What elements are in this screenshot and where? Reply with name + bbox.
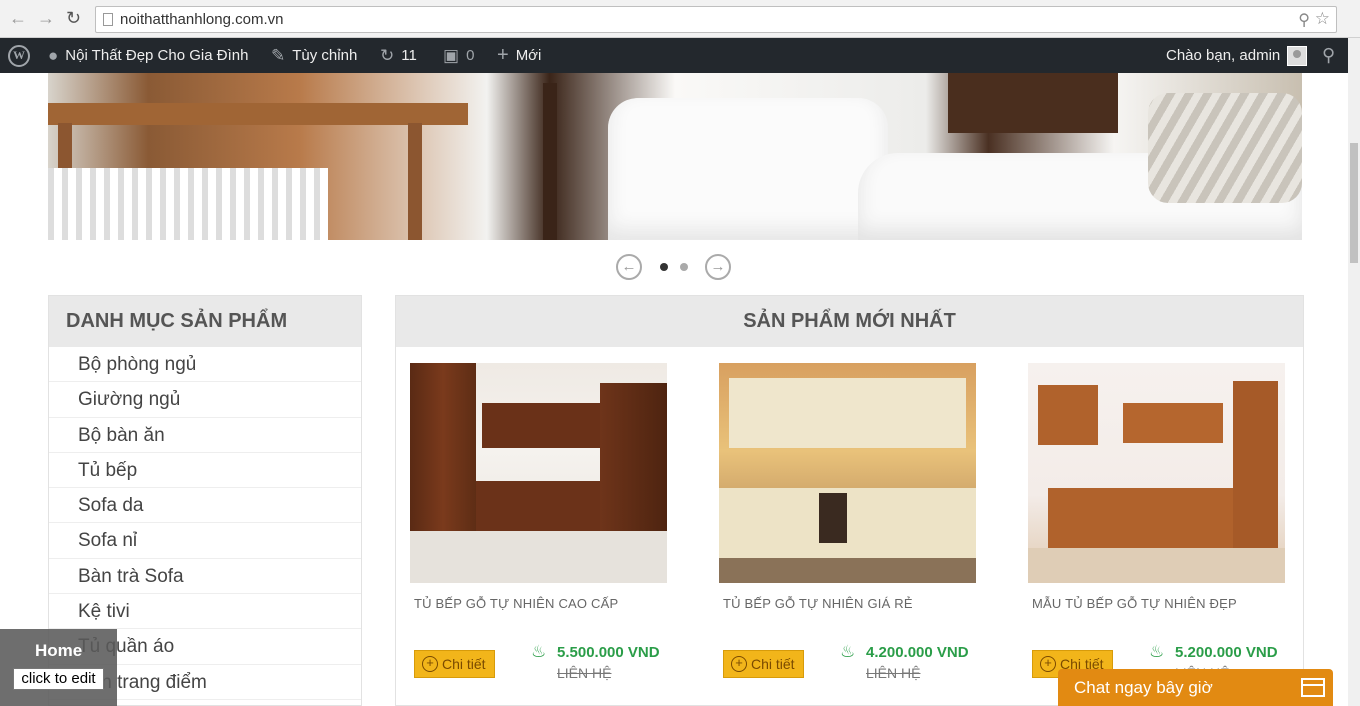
- product-name[interactable]: TỦ BẾP GỖ TỰ NHIÊN CAO CẤP: [410, 596, 667, 611]
- search-icon: ⚲: [1322, 45, 1336, 65]
- brush-icon: ✎: [271, 46, 286, 65]
- customize-label: Tùy chỉnh: [292, 47, 358, 64]
- wordpress-logo-icon: W: [8, 44, 30, 67]
- category-item[interactable]: Bàn trà Sofa: [49, 559, 361, 595]
- wp-admin-bar: W ● Nội Thất Đẹp Cho Gia Đình ✎ Tùy chỉn…: [0, 38, 1348, 73]
- editor-overlay: Home click to edit: [0, 629, 117, 706]
- reload-icon[interactable]: ↻: [66, 8, 81, 28]
- plus-circle-icon: +: [731, 656, 747, 672]
- zoom-icon[interactable]: ⚲: [1298, 10, 1310, 30]
- product-card: MẪU TỦ BẾP GỖ TỰ NHIÊN ĐẸP + Chi tiết ♨ …: [1028, 363, 1285, 681]
- product-card: TỦ BẾP GỖ TỰ NHIÊN GIÁ RẺ + Chi tiết ♨ 4…: [719, 363, 976, 681]
- updates-icon: ↻: [380, 46, 395, 65]
- wp-logo-menu[interactable]: W: [8, 38, 30, 73]
- category-item[interactable]: Bộ bàn ăn: [49, 418, 361, 453]
- avatar: [1287, 45, 1308, 66]
- slider-prev-arrow-icon[interactable]: ←: [616, 254, 642, 280]
- plus-circle-icon: +: [1040, 656, 1056, 672]
- banner-slide-image: [48, 73, 1302, 240]
- product-price: 5.200.000 VND: [1175, 644, 1278, 661]
- product-image[interactable]: [410, 363, 667, 583]
- page-scrollbar[interactable]: [1348, 38, 1360, 706]
- product-name[interactable]: TỦ BẾP GỖ TỰ NHIÊN GIÁ RẺ: [719, 596, 976, 611]
- sidebar-title: DANH MỤC SẢN PHẨM: [49, 296, 361, 347]
- editor-home-label[interactable]: Home: [35, 641, 82, 661]
- category-item[interactable]: Sofa da: [49, 488, 361, 524]
- category-item[interactable]: Bộ phòng ngủ: [49, 347, 361, 383]
- category-item[interactable]: Sofa nỉ: [49, 523, 361, 559]
- dashboard-icon: ●: [48, 46, 59, 65]
- new-content-menu[interactable]: + Mới: [497, 38, 541, 73]
- comment-icon: ▣: [443, 46, 460, 65]
- latest-products-section: SẢN PHẨM MỚI NHẤT TỦ BẾP GỖ TỰ NHIÊN CAO…: [395, 295, 1304, 706]
- chat-widget-button[interactable]: Chat ngay bây giờ: [1058, 669, 1333, 706]
- comments-link[interactable]: ▣ 0: [443, 38, 474, 73]
- product-price: 5.500.000 VND: [557, 644, 660, 661]
- browser-toolbar: ← → ↻ noithatthanhlong.com.vn ⚲ ☆: [0, 0, 1360, 38]
- site-name: Nội Thất Đẹp Cho Gia Đình: [65, 47, 249, 64]
- slider-dot-active[interactable]: [660, 263, 668, 271]
- scrollbar-thumb[interactable]: [1350, 143, 1358, 263]
- forward-arrow-icon[interactable]: →: [37, 8, 55, 28]
- product-image[interactable]: [1028, 363, 1285, 583]
- category-item[interactable]: Giường ngủ: [49, 382, 361, 418]
- detail-button[interactable]: + Chi tiết: [414, 650, 495, 678]
- comments-count: 0: [466, 47, 475, 64]
- page-icon: [103, 13, 113, 26]
- category-item[interactable]: Tủ bếp: [49, 453, 361, 489]
- admin-search[interactable]: ⚲: [1322, 38, 1335, 73]
- slider-next-arrow-icon[interactable]: →: [705, 254, 731, 280]
- detail-button[interactable]: + Chi tiết: [723, 650, 804, 678]
- my-account-menu[interactable]: Chào bạn, admin: [1166, 38, 1308, 73]
- updates-count: 11: [401, 47, 417, 64]
- price-tag-icon: ♨: [840, 642, 856, 661]
- bookmark-star-icon[interactable]: ☆: [1315, 9, 1330, 29]
- greeting-text: Chào bạn, admin: [1166, 47, 1281, 64]
- product-name[interactable]: MẪU TỦ BẾP GỖ TỰ NHIÊN ĐẸP: [1028, 596, 1285, 611]
- products-title: SẢN PHẨM MỚI NHẤT: [396, 296, 1303, 347]
- product-card: TỦ BẾP GỖ TỰ NHIÊN CAO CẤP + Chi tiết ♨ …: [410, 363, 667, 681]
- detail-label: Chi tiết: [751, 656, 795, 672]
- click-to-edit-button[interactable]: click to edit: [13, 668, 104, 690]
- price-tag-icon: ♨: [531, 642, 547, 661]
- price-tag-icon: ♨: [1149, 642, 1165, 661]
- product-image[interactable]: [719, 363, 976, 583]
- back-arrow-icon[interactable]: ←: [9, 8, 27, 28]
- updates-link[interactable]: ↻ 11: [380, 38, 417, 73]
- product-old-price: LIÊN HỆ: [866, 665, 921, 681]
- detail-label: Chi tiết: [442, 656, 486, 672]
- site-name-menu[interactable]: ● Nội Thất Đẹp Cho Gia Đình: [48, 38, 248, 73]
- product-old-price: LIÊN HỆ: [557, 665, 612, 681]
- new-label: Mới: [515, 47, 542, 64]
- slider-dot[interactable]: [680, 263, 688, 271]
- plus-icon: +: [497, 44, 509, 66]
- address-bar[interactable]: noithatthanhlong.com.vn ⚲ ☆: [95, 6, 1337, 33]
- category-item[interactable]: Kệ tivi: [49, 594, 361, 630]
- chat-label: Chat ngay bây giờ: [1074, 678, 1213, 697]
- customize-link[interactable]: ✎ Tùy chỉnh: [271, 38, 357, 73]
- plus-circle-icon: +: [422, 656, 438, 672]
- product-price: 4.200.000 VND: [866, 644, 969, 661]
- url-text: noithatthanhlong.com.vn: [120, 11, 284, 28]
- chat-window-icon: [1301, 678, 1325, 697]
